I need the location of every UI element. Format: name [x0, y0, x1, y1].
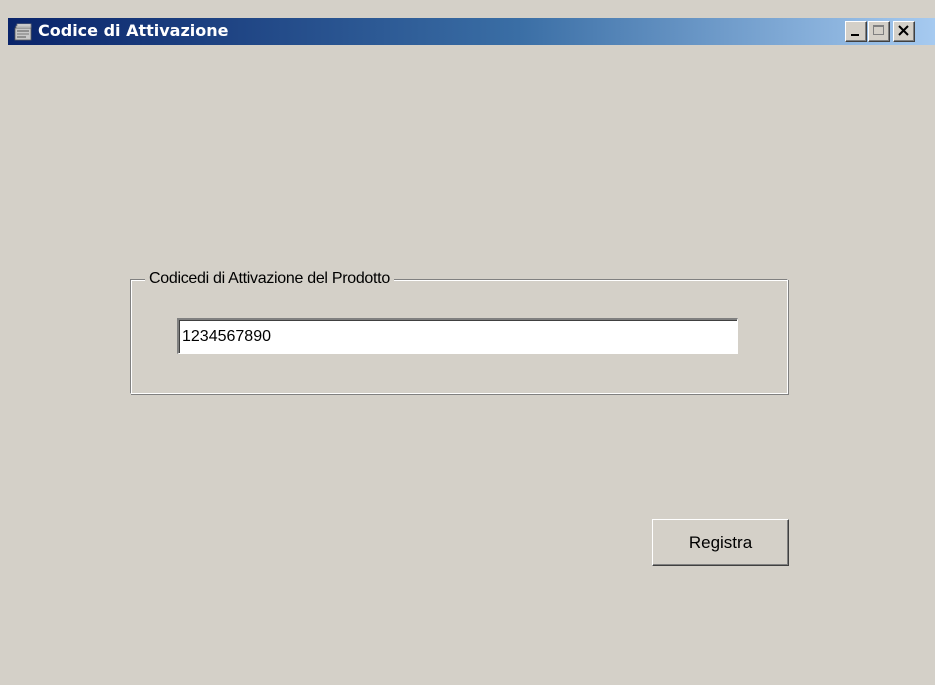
title-bar[interactable]: Codice di Attivazione: [8, 18, 935, 45]
activation-code-input[interactable]: [177, 318, 738, 354]
activation-window: Codice di Attivazione Codicedi di Attiva…: [0, 0, 935, 685]
window-title: Codice di Attivazione: [38, 21, 229, 40]
groupbox-legend: Codicedi di Attivazione del Prodotto: [145, 269, 394, 289]
maximize-button[interactable]: [868, 21, 890, 42]
minimize-button[interactable]: [845, 21, 867, 42]
close-button[interactable]: [893, 21, 915, 42]
maximize-icon: [873, 25, 884, 35]
app-icon: [14, 22, 34, 41]
register-button[interactable]: Registra: [652, 519, 789, 566]
minimize-icon: [851, 34, 859, 36]
close-icon: [898, 25, 909, 36]
